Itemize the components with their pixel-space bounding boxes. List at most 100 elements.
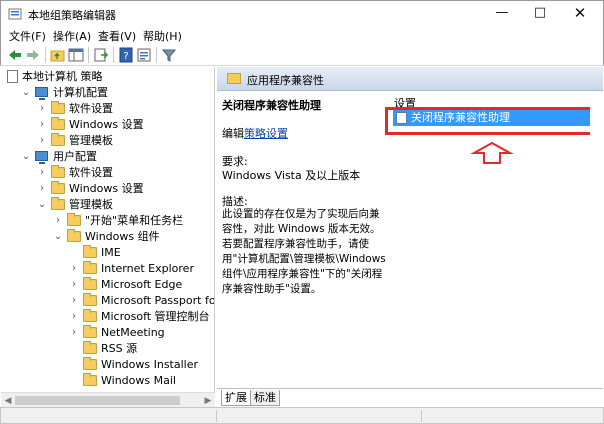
edit-policy-link[interactable]: 策略设置 — [244, 127, 288, 140]
tree-item-label: 管理模板 — [69, 198, 113, 211]
policy-editor-icon — [8, 7, 22, 21]
folder-icon — [227, 73, 241, 84]
tree-item-label: 本地计算机 策略 — [22, 70, 103, 83]
expand-chevron-right-icon[interactable]: › — [69, 309, 79, 325]
tree-item-label: IME — [101, 246, 121, 259]
window-title: 本地组策略编辑器 — [28, 9, 116, 22]
menu-file[interactable]: 文件(F) — [9, 28, 46, 44]
details-vertical-scrollbar[interactable] — [590, 91, 603, 388]
menu-action[interactable]: 操作(A) — [53, 28, 91, 44]
tree-item[interactable]: ⌄ Windows 组件 — [53, 229, 214, 245]
edit-prefix: 编辑 — [222, 127, 244, 140]
forward-arrow-icon[interactable] — [25, 47, 41, 63]
up-folder-icon[interactable] — [50, 47, 66, 63]
tree-item[interactable]: › Microsoft Passport for W — [69, 293, 215, 309]
tree-item-label: "开始"菜单和任务栏 — [85, 214, 184, 227]
description-panel: 关闭程序兼容性助理 编辑策略设置 要求: Windows Vista 及以上版本… — [222, 91, 386, 381]
tree-item-label: Windows 设置 — [69, 182, 144, 195]
expand-chevron-down-icon[interactable]: ⌄ — [21, 149, 31, 165]
expand-chevron-right-icon[interactable]: › — [69, 325, 79, 341]
tree-item[interactable]: ⌄ 用户配置 — [21, 149, 214, 165]
back-arrow-icon[interactable] — [7, 47, 23, 63]
scroll-left-arrow-icon[interactable]: ◀ — [2, 395, 14, 407]
setting-title: 关闭程序兼容性助理 — [222, 99, 321, 112]
tree-item[interactable]: › 管理模板 — [37, 133, 214, 149]
filter-icon[interactable] — [161, 47, 177, 63]
tree-item-label: 软件设置 — [69, 102, 113, 115]
expand-chevron-right-icon[interactable]: › — [37, 181, 47, 197]
toolbar-separator — [88, 47, 89, 63]
tree-item[interactable]: IME — [69, 245, 214, 261]
tree-item-label: Windows 设置 — [69, 118, 144, 131]
folder-icon — [51, 101, 65, 114]
tree-item[interactable]: › Windows 设置 — [37, 181, 214, 197]
doc-icon — [7, 70, 18, 83]
tree-item-label: Microsoft 管理控制台 — [101, 310, 210, 323]
expand-chevron-right-icon[interactable]: › — [53, 213, 63, 229]
tree-item[interactable]: ⌄ 管理模板 — [37, 197, 214, 213]
folder-icon — [83, 277, 97, 290]
expand-chevron-right-icon[interactable]: › — [37, 133, 47, 149]
tree-item[interactable]: › 软件设置 — [37, 101, 214, 117]
tree-item[interactable]: › 软件设置 — [37, 165, 214, 181]
toolbar-separator — [156, 47, 157, 63]
folder-icon — [83, 325, 97, 338]
tab-extended[interactable]: 扩展 — [221, 390, 251, 406]
folder-icon — [51, 133, 65, 146]
help-icon[interactable]: ? — [118, 47, 134, 63]
tree-item[interactable]: › NetMeeting — [69, 325, 214, 341]
expand-chevron-right-icon[interactable]: › — [69, 277, 79, 293]
export-list-icon[interactable] — [93, 47, 109, 63]
folder-icon — [83, 373, 97, 386]
folder-icon — [83, 293, 97, 306]
expand-chevron-down-icon[interactable]: ⌄ — [21, 85, 31, 101]
svg-text:?: ? — [123, 51, 128, 62]
tree-item[interactable]: › Windows 设置 — [37, 117, 214, 133]
tree-horizontal-scrollbar[interactable]: ◀ ▶ — [1, 392, 215, 407]
folder-icon — [83, 245, 97, 258]
tree-item[interactable]: RSS 源 — [69, 341, 214, 357]
tree-item[interactable]: › "开始"菜单和任务栏 — [53, 213, 214, 229]
close-button[interactable]: ✕ — [561, 1, 599, 27]
expand-chevron-down-icon[interactable]: ⌄ — [37, 197, 47, 213]
tree-item-label: Microsoft Edge — [101, 278, 183, 291]
maximize-button[interactable]: □ — [521, 1, 559, 27]
tree-item[interactable]: Windows Mail — [69, 373, 214, 389]
properties-icon[interactable] — [136, 47, 152, 63]
status-separator — [216, 410, 217, 422]
tree-pane: 本地计算机 策略 ⌄ 计算机配置 › 软件设置 › Windows 设置 › 管理模板 ⌄ 用户配置… — [1, 67, 215, 407]
tree-item-label: Windows 组件 — [85, 230, 160, 243]
show-tree-icon[interactable] — [68, 47, 84, 63]
requirements-text: Windows Vista 及以上版本 — [222, 169, 361, 182]
menu-help[interactable]: 帮助(H) — [143, 28, 182, 44]
expand-chevron-right-icon[interactable]: › — [69, 293, 79, 309]
tree-item[interactable]: Windows Installer — [69, 357, 214, 373]
tree-item[interactable]: ⌄ 计算机配置 — [21, 85, 214, 101]
details-pane: 应用程序兼容性 关闭程序兼容性助理 编辑策略设置 要求: Windows Vis… — [217, 67, 603, 407]
tree-item[interactable]: 本地计算机 策略 — [5, 69, 214, 85]
scroll-thumb[interactable] — [15, 396, 180, 405]
tree-item-label: RSS 源 — [101, 342, 138, 355]
description-text: 此设置的存在仅是为了实现后向兼容性，对此 Windows 版本无效。若要配置程序… — [222, 208, 386, 295]
tab-standard[interactable]: 标准 — [250, 390, 280, 406]
tree-item-label: 管理模板 — [69, 134, 113, 147]
minimize-button[interactable]: — — [483, 1, 521, 27]
expand-chevron-right-icon[interactable]: › — [37, 101, 47, 117]
tree-item[interactable]: › Microsoft Edge — [69, 277, 214, 293]
folder-icon — [51, 181, 65, 194]
tree-item-label: NetMeeting — [101, 326, 165, 339]
expand-chevron-right-icon[interactable]: › — [69, 261, 79, 277]
expand-chevron-right-icon[interactable]: › — [37, 117, 47, 133]
expand-chevron-right-icon[interactable]: › — [37, 165, 47, 181]
tree-item-label: 软件设置 — [69, 166, 113, 179]
tree-item[interactable]: › Microsoft 管理控制台 — [69, 309, 214, 325]
tree-item[interactable]: › Internet Explorer — [69, 261, 214, 277]
view-tabs: 扩展 标准 — [217, 388, 603, 407]
details-header-title: 应用程序兼容性 — [247, 74, 324, 87]
folder-icon — [67, 213, 81, 226]
folder-icon — [83, 309, 97, 322]
scroll-right-arrow-icon[interactable]: ▶ — [202, 395, 214, 407]
expand-chevron-down-icon[interactable]: ⌄ — [53, 229, 63, 245]
tree-item-label: Microsoft Passport for W — [101, 294, 215, 307]
menu-view[interactable]: 查看(V) — [98, 28, 136, 44]
